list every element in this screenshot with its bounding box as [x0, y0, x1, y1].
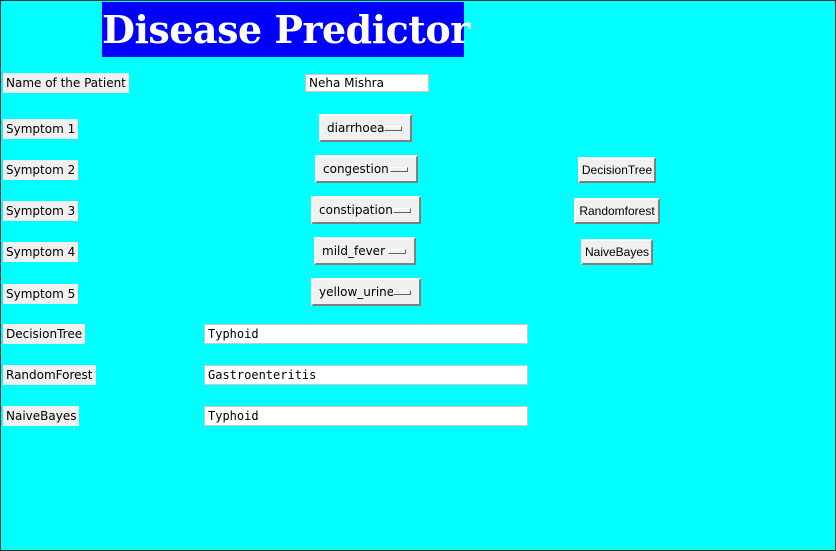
symptom-1-label: Symptom 1 [3, 119, 79, 139]
patient-name-label: Name of the Patient [3, 73, 129, 93]
random-forest-result-label: RandomForest [3, 365, 96, 385]
symptom-2-label: Symptom 2 [3, 160, 79, 180]
symptom-5-value: yellow_urine [319, 285, 395, 299]
symptom-3-label: Symptom 3 [3, 201, 79, 221]
symptom-4-value: mild_fever [322, 244, 385, 258]
app-window: Disease Predictor Name of the Patient Sy… [0, 0, 836, 551]
naive-bayes-button[interactable]: NaiveBayes [581, 239, 653, 265]
decision-tree-result-field[interactable] [204, 324, 528, 344]
symptom-5-label: Symptom 5 [3, 284, 79, 304]
symptom-5-dropdown[interactable]: yellow_urine [311, 278, 421, 306]
dropdown-indicator-icon [393, 208, 411, 213]
symptom-4-label: Symptom 4 [3, 242, 79, 262]
symptom-2-dropdown[interactable]: congestion [315, 155, 418, 183]
patient-name-input[interactable] [305, 74, 429, 92]
dropdown-indicator-icon [393, 290, 411, 295]
symptom-3-dropdown[interactable]: constipation [311, 196, 421, 224]
dropdown-indicator-icon [388, 249, 406, 254]
app-title: Disease Predictor [102, 2, 470, 57]
decision-tree-result-label: DecisionTree [3, 324, 86, 344]
decision-tree-button[interactable]: DecisionTree [578, 157, 656, 183]
random-forest-button[interactable]: Randomforest [574, 198, 660, 224]
dropdown-indicator-icon [384, 126, 402, 131]
symptom-4-dropdown[interactable]: mild_fever [314, 237, 416, 265]
symptom-2-value: congestion [323, 162, 389, 176]
dropdown-indicator-icon [390, 167, 408, 172]
symptom-3-value: constipation [319, 203, 393, 217]
symptom-1-value: diarrhoea [327, 121, 385, 135]
random-forest-result-field[interactable] [204, 365, 528, 385]
naive-bayes-result-label: NaiveBayes [3, 406, 80, 426]
symptom-1-dropdown[interactable]: diarrhoea [319, 114, 412, 142]
naive-bayes-result-field[interactable] [204, 406, 528, 426]
